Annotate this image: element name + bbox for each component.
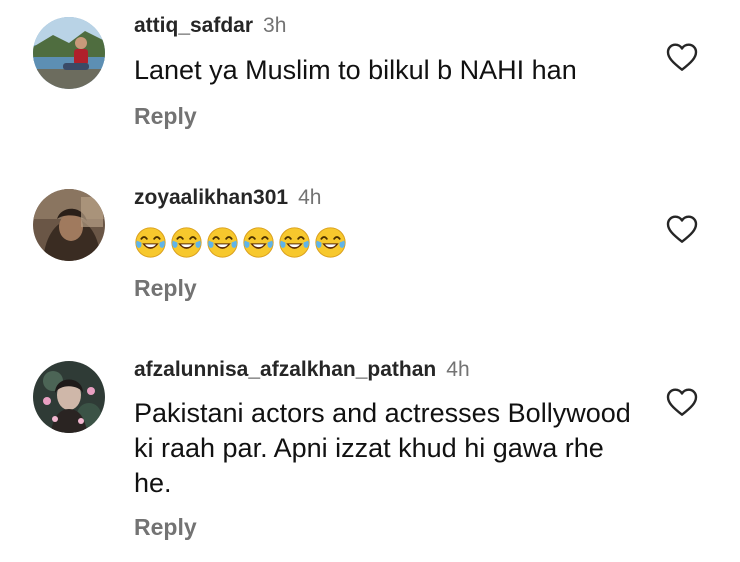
heart-icon[interactable] — [666, 387, 698, 417]
username[interactable]: afzalunnisa_afzalkhan_pathan — [134, 358, 436, 381]
comment-header: afzalunnisa_afzalkhan_pathan 4h — [134, 358, 470, 382]
timestamp: 4h — [446, 358, 470, 381]
avatar-photo-girl-flowers-icon — [33, 361, 105, 433]
comment-item: afzalunnisa_afzalkhan_pathan 4h Pakistani… — [0, 0, 740, 562]
user-avatar[interactable] — [33, 361, 105, 433]
comment-text: Pakistani actors and actresses Bollywood… — [134, 398, 631, 498]
reply-button[interactable]: Reply — [134, 514, 197, 541]
